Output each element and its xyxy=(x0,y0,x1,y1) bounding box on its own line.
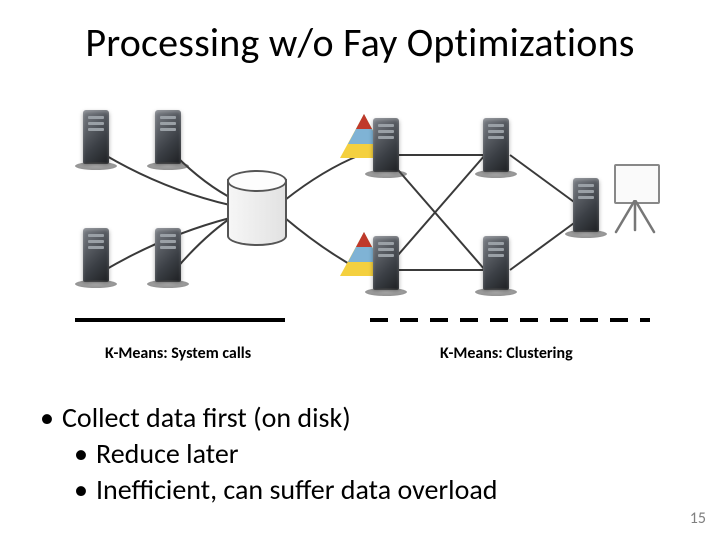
bullet-list: Collect data first (on disk) Reduce late… xyxy=(40,400,660,507)
server-icon xyxy=(565,178,607,248)
stage-underline-left xyxy=(75,318,285,322)
server-icon xyxy=(147,110,189,180)
stage-label-right: K-Means: Clustering xyxy=(440,344,573,363)
server-icon xyxy=(147,228,189,298)
slide: Processing w/o Fay Optimizations xyxy=(0,0,720,540)
page-number: 15 xyxy=(690,509,706,528)
stage-label-left: K-Means: System calls xyxy=(105,344,251,363)
stage-underline-right xyxy=(370,318,650,322)
whiteboard-icon xyxy=(610,164,660,234)
server-icon xyxy=(365,118,407,188)
bullet-item: Inefficient, can suffer data overload xyxy=(40,472,660,508)
bullet-item: Reduce later xyxy=(40,436,660,472)
server-icon xyxy=(75,110,117,180)
server-icon xyxy=(365,236,407,306)
bullet-item: Collect data first (on disk) xyxy=(40,400,660,436)
slide-title: Processing w/o Fay Optimizations xyxy=(0,18,720,67)
pipeline-diagram xyxy=(65,100,655,320)
server-icon xyxy=(475,236,517,306)
database-icon xyxy=(227,170,287,246)
server-icon xyxy=(75,228,117,298)
server-icon xyxy=(475,118,517,188)
